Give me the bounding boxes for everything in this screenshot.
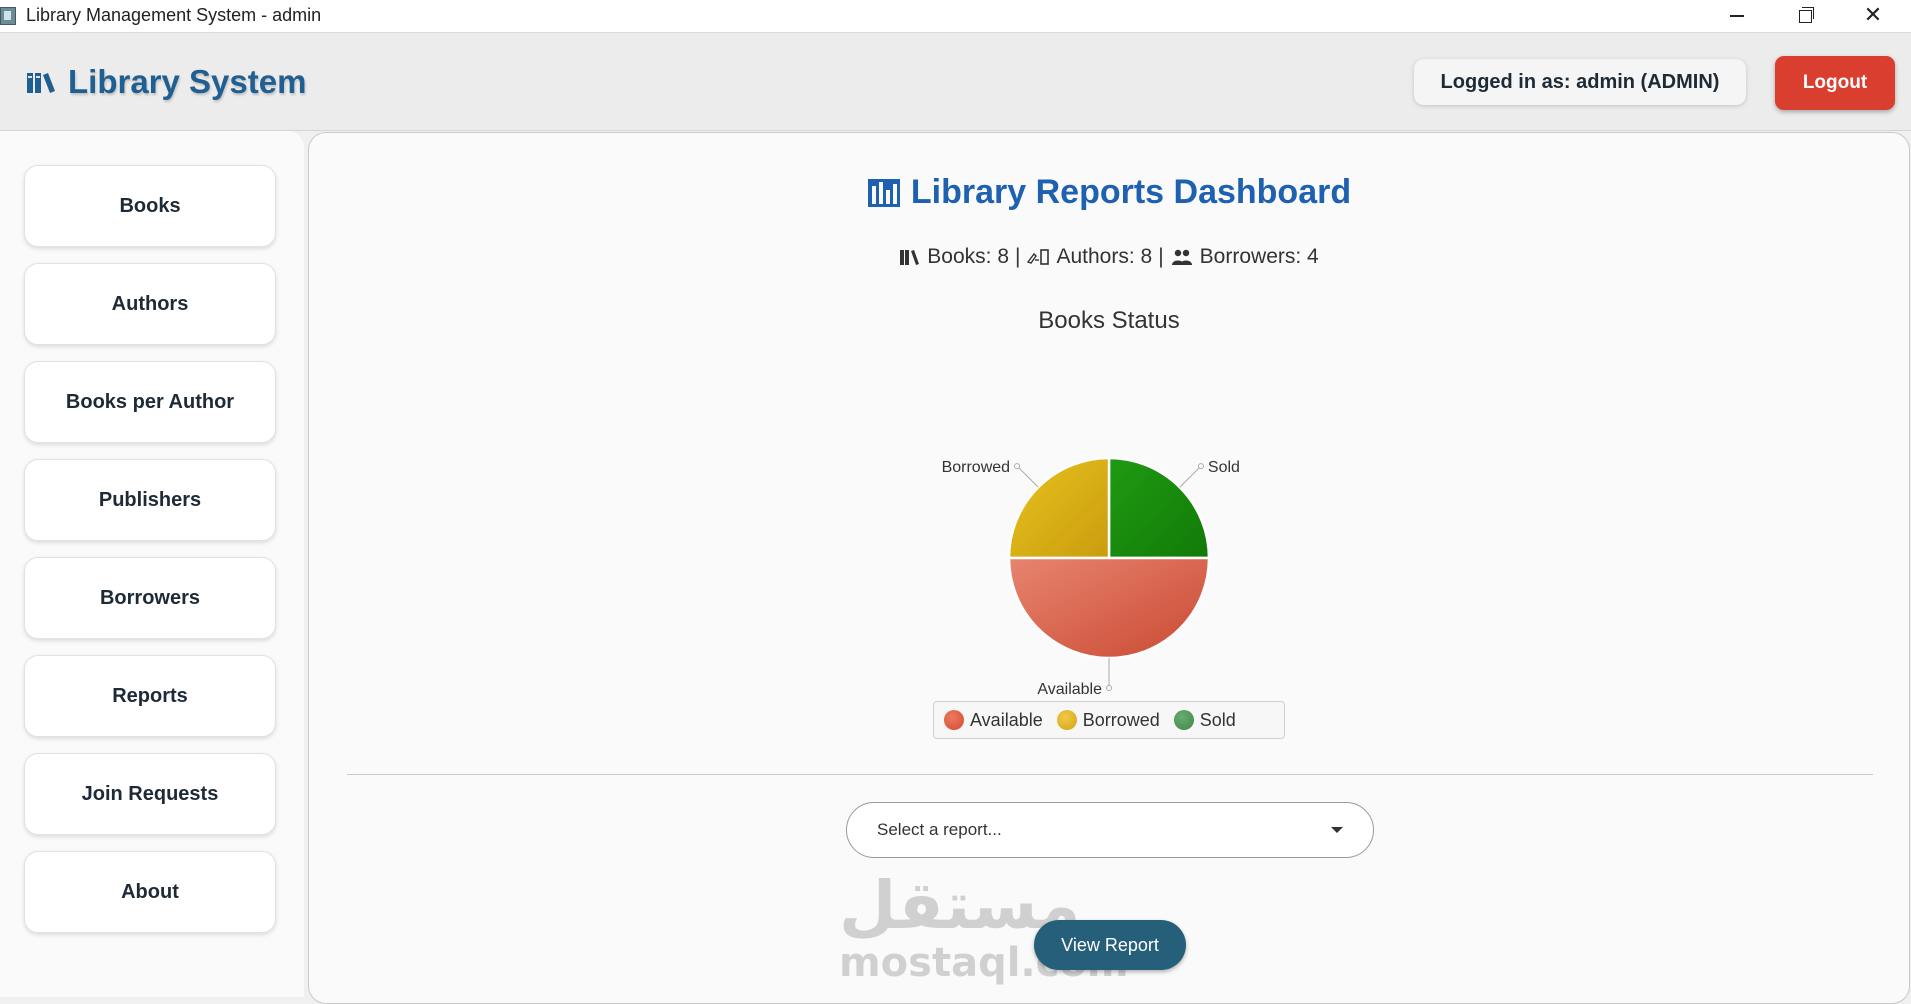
app-header: Library System Logged in as: admin (ADMI… — [0, 33, 1911, 131]
books-stat: Books: 8 — [899, 245, 1009, 269]
minimize-icon — [1730, 15, 1744, 17]
legend-item-available: Available — [944, 710, 1043, 731]
sidebar-item-authors[interactable]: Authors — [24, 263, 276, 345]
borrowers-stat: Borrowers: 4 — [1170, 245, 1319, 269]
maximize-button[interactable] — [1771, 0, 1839, 32]
sidebar: Books Authors Books per Author Publisher… — [0, 131, 304, 997]
stat-separator: | — [1158, 245, 1164, 268]
stat-separator: | — [1015, 245, 1021, 268]
legend-item-sold: Sold — [1173, 709, 1236, 731]
logged-in-badge: Logged in as: admin (ADMIN) — [1414, 59, 1746, 105]
legend-label-available: Available — [970, 709, 1043, 730]
books-icon — [27, 73, 55, 93]
brand: Library System — [26, 63, 306, 101]
close-icon: ✕ — [1863, 3, 1883, 28]
bar-chart-icon — [867, 178, 900, 207]
books-status-pie-chart: Sold Borrowed Available — [942, 456, 1240, 698]
minimize-button[interactable] — [1703, 0, 1771, 32]
pie-label-available: Available — [1037, 681, 1102, 698]
report-select-value: Select a report... — [877, 820, 1002, 839]
writing-hand-icon — [1027, 249, 1050, 265]
section-divider — [347, 774, 1873, 775]
authors-stat: Authors: 8 — [1026, 245, 1152, 269]
sidebar-item-about[interactable]: About — [24, 851, 276, 933]
reports-panel: Library Reports Dashboard Books: 8 | Aut… — [308, 132, 1910, 1004]
window-title: Library Management System - admin — [26, 5, 322, 25]
window-titlebar: Library Management System - admin ✕ — [0, 0, 1911, 33]
report-select[interactable]: Select a report... — [846, 802, 1374, 858]
pie-label-sold: Sold — [1208, 459, 1240, 476]
legend-swatch-available — [944, 710, 964, 730]
sidebar-item-join-requests[interactable]: Join Requests — [24, 753, 276, 835]
legend-swatch-borrowed — [1056, 710, 1077, 730]
pie-slice-available — [1007, 556, 1211, 660]
brand-title: Library System — [68, 63, 307, 100]
close-button[interactable]: ✕ — [1839, 0, 1907, 32]
books-count: Books: 8 — [927, 245, 1009, 268]
leader-dot-available — [1106, 685, 1112, 691]
sidebar-item-reports[interactable]: Reports — [24, 655, 276, 737]
chart-legend: Available Borrowed Sold — [933, 701, 1285, 739]
legend-swatch-sold — [1173, 710, 1194, 730]
leader-dot-sold — [1197, 463, 1204, 470]
people-icon — [1171, 249, 1192, 265]
logout-button[interactable]: Logout — [1775, 56, 1895, 110]
page-title-text: Library Reports Dashboard — [910, 173, 1352, 211]
view-report-button[interactable]: View Report — [1034, 920, 1186, 970]
sidebar-item-books[interactable]: Books — [24, 165, 276, 247]
page-title: Library Reports Dashboard — [309, 173, 1909, 212]
summary-stats: Books: 8 | Authors: 8 | Borrowers: 4 — [309, 245, 1909, 269]
chevron-down-icon — [1331, 827, 1343, 833]
legend-item-borrowed: Borrowed — [1056, 709, 1160, 731]
leader-line-borrowed — [1016, 465, 1039, 488]
books-icon — [900, 250, 920, 265]
borrowers-count: Borrowers: 4 — [1199, 245, 1319, 268]
authors-count: Authors: 8 — [1056, 245, 1153, 268]
sidebar-item-books-per-author[interactable]: Books per Author — [24, 361, 276, 443]
legend-label-borrowed: Borrowed — [1082, 709, 1160, 730]
sidebar-item-borrowers[interactable]: Borrowers — [24, 557, 276, 639]
app-icon — [0, 7, 16, 25]
sidebar-item-publishers[interactable]: Publishers — [24, 459, 276, 541]
legend-label-sold: Sold — [1199, 709, 1236, 730]
leader-dot-borrowed — [1014, 463, 1021, 470]
restore-icon — [1798, 6, 1814, 23]
pie-label-borrowed: Borrowed — [942, 459, 1010, 476]
leader-line-sold — [1179, 465, 1202, 488]
chart-title: Books Status — [1038, 307, 1180, 334]
